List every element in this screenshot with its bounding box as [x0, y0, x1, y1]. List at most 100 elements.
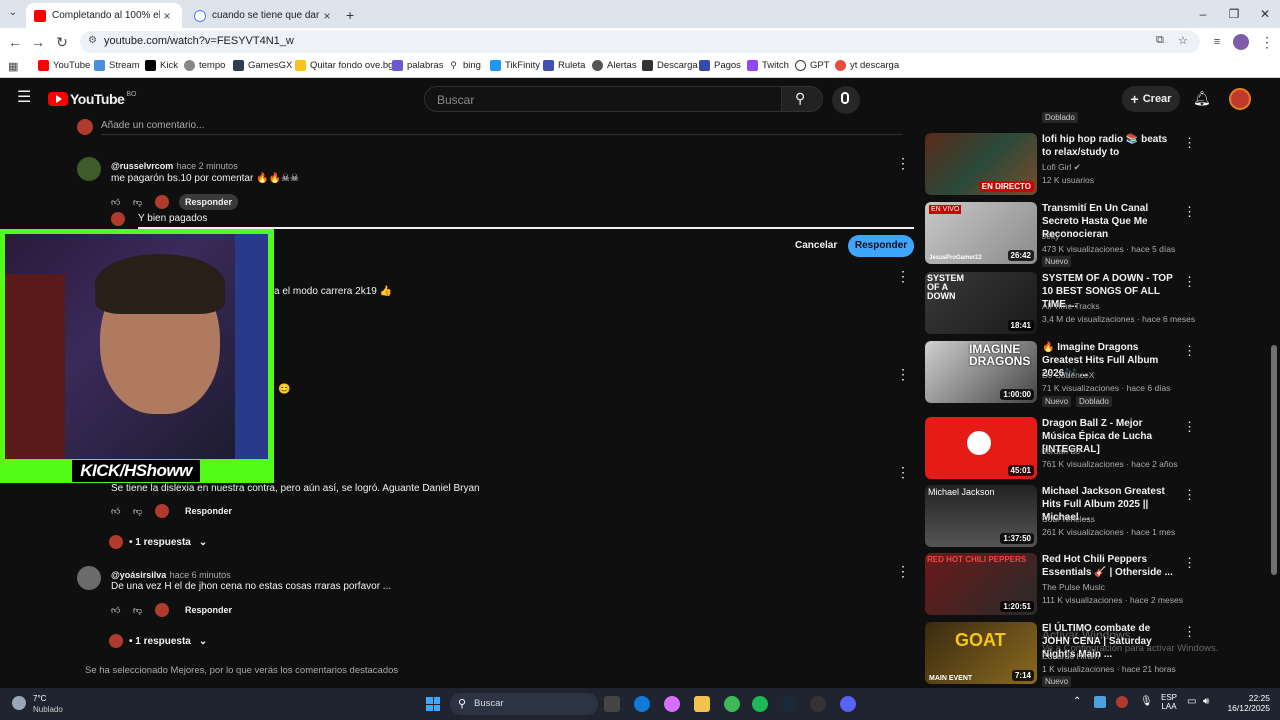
tray-app-icon[interactable]: [1116, 696, 1128, 708]
video-more-icon[interactable]: ⋮: [1183, 204, 1196, 220]
close-window-icon[interactable]: ✕: [1250, 4, 1280, 24]
reply-button[interactable]: Responder: [179, 194, 239, 210]
discord-icon[interactable]: [840, 696, 856, 712]
bookmark-star-icon[interactable]: ☆: [1178, 34, 1188, 47]
chrome-menu-icon[interactable]: ⋮: [1256, 32, 1278, 52]
bookmark-gpt[interactable]: GPT: [795, 60, 830, 71]
reply-input[interactable]: Y bien pagados: [138, 213, 207, 224]
windows-start-icon[interactable]: [426, 697, 440, 711]
video-channel[interactable]: All Time Tracks: [1042, 301, 1100, 311]
bookmark-descarga[interactable]: Descarga: [642, 60, 698, 71]
bookmark-youtube[interactable]: YouTube: [38, 60, 90, 71]
comment-more-icon[interactable]: ⋮: [896, 564, 910, 578]
video-channel[interactable]: Jelty: [1042, 231, 1059, 241]
video-item[interactable]: 45:01 Dragon Ball Z - Mejor Música Épica…: [925, 417, 1196, 479]
weather-desc[interactable]: Nublado: [33, 705, 63, 714]
add-comment-input[interactable]: Añade un comentario...: [101, 120, 204, 131]
submit-reply-button[interactable]: Responder: [848, 235, 914, 257]
address-bar[interactable]: ⚙ youtube.com/watch?v=FESYVT4N1_w ⧉ ☆: [80, 31, 1200, 53]
bookmark-pagos[interactable]: Pagos: [699, 60, 741, 71]
video-thumbnail[interactable]: EN VIVO JesusProGamer22 26:42: [925, 202, 1037, 264]
chrome-icon[interactable]: [724, 696, 740, 712]
hamburger-menu-icon[interactable]: ☰: [17, 90, 31, 106]
new-tab-icon[interactable]: +: [346, 7, 354, 23]
video-more-icon[interactable]: ⋮: [1183, 624, 1196, 640]
search-input[interactable]: Buscar: [424, 86, 782, 112]
video-thumbnail[interactable]: RED HOT CHILI PEPPERS 1:20:51: [925, 553, 1037, 615]
notifications-bell-icon[interactable]: 🔔︎: [1193, 90, 1211, 107]
task-view-icon[interactable]: [604, 696, 620, 712]
tab-search-icon[interactable]: ⌄: [6, 7, 20, 21]
taskbar-search[interactable]: ⚲ Buscar: [450, 693, 598, 715]
sidebar-scrollbar[interactable]: [1271, 345, 1277, 575]
video-item[interactable]: RED HOT CHILI PEPPERS 1:20:51 Red Hot Ch…: [925, 553, 1196, 615]
account-avatar[interactable]: [1229, 88, 1251, 110]
dislike-icon[interactable]: 👎︎: [133, 506, 145, 517]
like-icon[interactable]: 👍︎: [111, 605, 123, 616]
bookmark-tikfinity[interactable]: TikFinity: [490, 60, 540, 71]
video-more-icon[interactable]: ⋮: [1183, 343, 1196, 359]
comment-author[interactable]: @russelvrcom: [111, 161, 173, 171]
bookmark-twitch[interactable]: Twitch: [747, 60, 789, 71]
spotify-icon[interactable]: [752, 696, 768, 712]
back-icon[interactable]: ←: [4, 32, 26, 52]
video-thumbnail[interactable]: SYSTEM OF A DOWN 18:41: [925, 272, 1037, 334]
mic-icon[interactable]: 🎙︎: [1140, 696, 1153, 707]
tray-app-icon[interactable]: [1094, 696, 1106, 708]
edge-icon[interactable]: [634, 696, 650, 712]
video-thumbnail[interactable]: Michael Jackson 1:37:50: [925, 485, 1037, 547]
site-info-icon[interactable]: ⚙: [88, 35, 97, 46]
video-item[interactable]: EN VIVO JesusProGamer22 26:42 Transmití …: [925, 202, 1196, 267]
bookmark-ruleta[interactable]: Ruleta: [543, 60, 585, 71]
video-title[interactable]: Red Hot Chili Peppers Essentials 🎸 | Oth…: [1042, 553, 1177, 579]
minimize-icon[interactable]: –: [1188, 4, 1218, 24]
commenter-avatar[interactable]: [77, 157, 101, 181]
video-channel[interactable]: Jordan BJ: [1042, 446, 1080, 456]
comment-time[interactable]: hace 6 minutos: [170, 570, 231, 580]
video-item[interactable]: IMAGINE DRAGONS 1:00:00 🔥 Imagine Dragon…: [925, 341, 1196, 407]
video-item[interactable]: Michael Jackson 1:37:50 Michael Jackson …: [925, 485, 1196, 547]
video-channel[interactable]: Soul Timeless: [1042, 514, 1095, 524]
copilot-icon[interactable]: [664, 696, 680, 712]
comment-author[interactable]: @yoásirsilva: [111, 570, 166, 580]
video-item[interactable]: SYSTEM OF A DOWN 18:41 SYSTEM OF A DOWN …: [925, 272, 1196, 334]
view-replies-button[interactable]: • 1 respuesta ⌄: [109, 535, 207, 549]
like-icon[interactable]: 👍︎: [111, 506, 123, 517]
video-more-icon[interactable]: ⋮: [1183, 274, 1196, 290]
restore-icon[interactable]: ❐: [1219, 4, 1249, 24]
tab-inactive[interactable]: cuando se tiene que dar aguinaldo ×: [186, 3, 342, 28]
close-tab-icon[interactable]: ×: [160, 9, 174, 23]
video-thumbnail[interactable]: GOAT MAIN EVENT 7:14: [925, 622, 1037, 684]
dislike-icon[interactable]: 👎︎: [133, 605, 145, 616]
reload-icon[interactable]: ↻: [51, 32, 73, 52]
steam-icon[interactable]: [781, 696, 797, 712]
apps-grid-icon[interactable]: ▦: [8, 60, 18, 73]
comment-more-icon[interactable]: ⋮: [896, 269, 910, 283]
voice-search-button[interactable]: [832, 86, 860, 114]
video-thumbnail[interactable]: 45:01: [925, 417, 1037, 479]
weather-temp[interactable]: 7°C: [33, 694, 46, 703]
close-tab-icon[interactable]: ×: [320, 9, 334, 23]
video-more-icon[interactable]: ⋮: [1183, 419, 1196, 435]
like-icon[interactable]: 👍︎: [111, 197, 123, 208]
reply-button[interactable]: Responder: [185, 605, 232, 615]
bookmark-gamesgx[interactable]: GamesGX: [233, 60, 292, 71]
cloud-weather-icon[interactable]: [12, 696, 26, 710]
reply-button[interactable]: Responder: [185, 506, 232, 516]
commenter-avatar[interactable]: [77, 566, 101, 590]
file-explorer-icon[interactable]: [694, 696, 710, 712]
obs-icon[interactable]: [810, 696, 826, 712]
bookmark-quitar-fondo[interactable]: Quitar fondo ove.bg: [295, 60, 393, 71]
video-title[interactable]: lofi hip hop radio 📚 beats to relax/stud…: [1042, 133, 1177, 159]
video-item[interactable]: EN DIRECTO lofi hip hop radio 📚 beats to…: [925, 133, 1196, 195]
video-channel[interactable]: The Pulse Music: [1042, 582, 1105, 592]
video-thumbnail[interactable]: IMAGINE DRAGONS 1:00:00: [925, 341, 1037, 403]
bookmark-alertas[interactable]: Alertas: [592, 60, 637, 71]
forward-icon[interactable]: →: [27, 32, 49, 52]
install-icon[interactable]: ⧉: [1156, 34, 1164, 47]
video-channel[interactable]: Lofi Girl ✔: [1042, 162, 1081, 173]
dislike-icon[interactable]: 👎︎: [133, 197, 145, 208]
comment-time[interactable]: hace 2 minutos: [177, 161, 238, 171]
bookmark-palabras[interactable]: palabras: [392, 60, 443, 71]
bookmark-stream[interactable]: Stream: [94, 60, 140, 71]
